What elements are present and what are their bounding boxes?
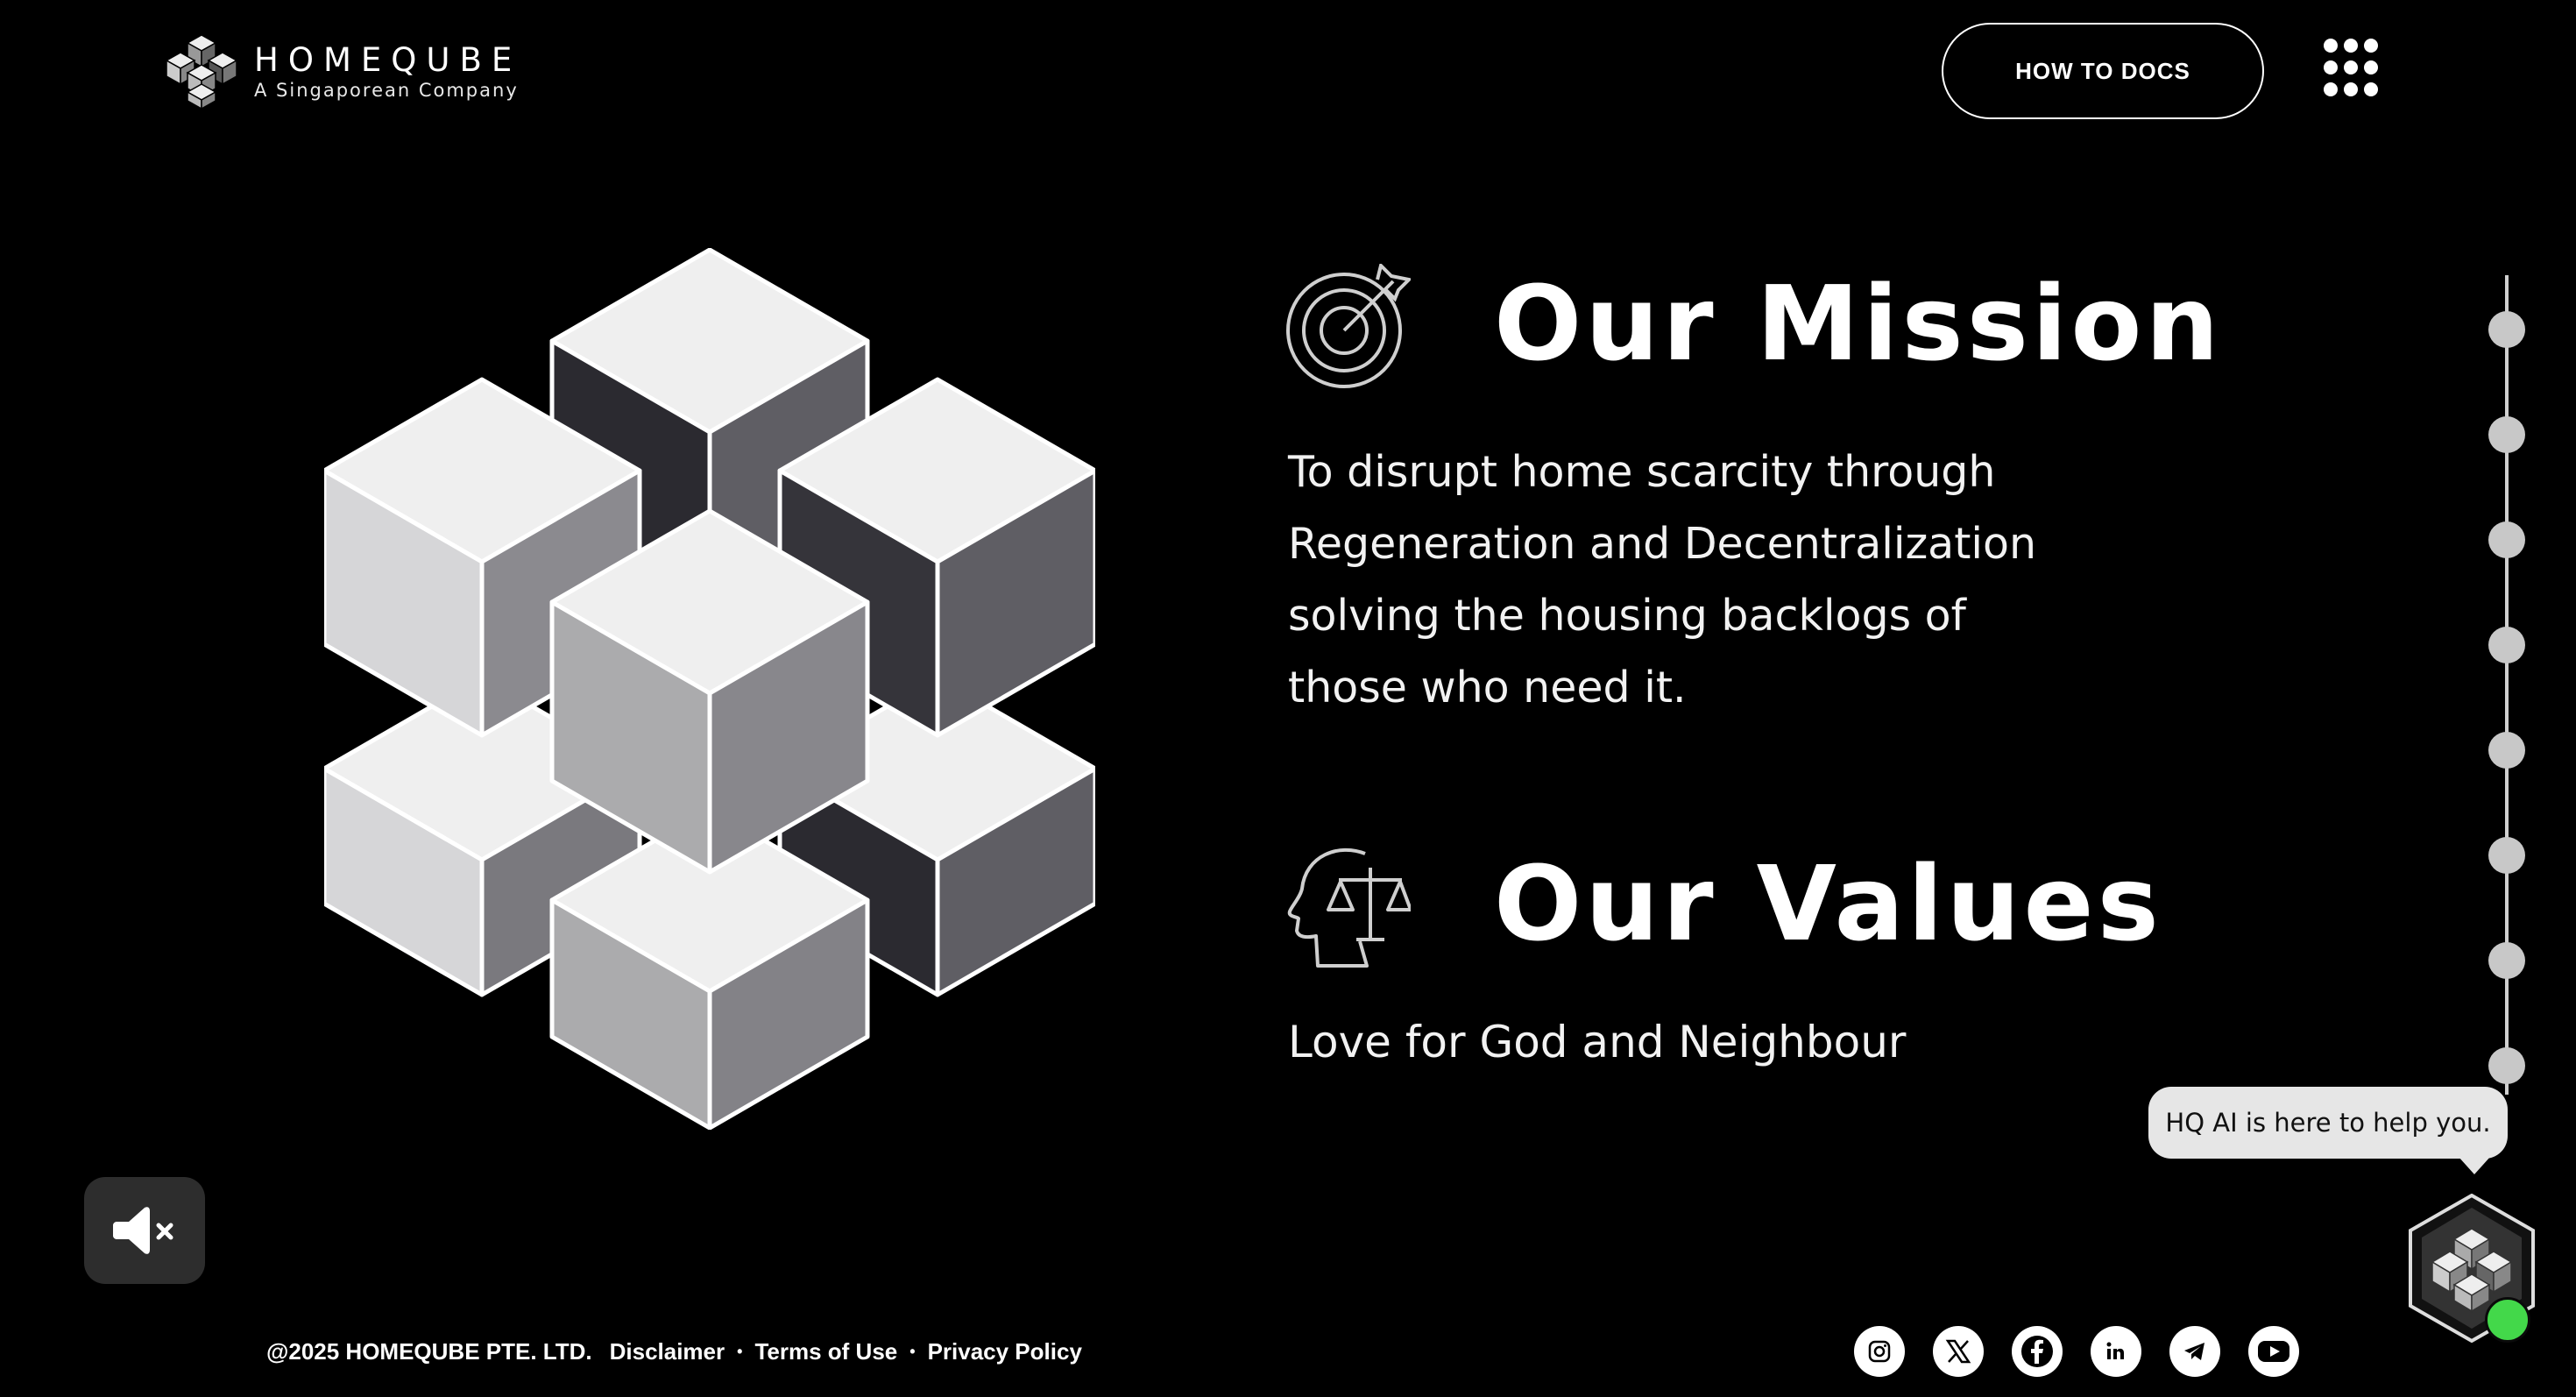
- chat-bubble-tail: [2459, 1157, 2490, 1174]
- copyright-text: @2025 HOMEQUBE PTE. LTD.: [266, 1338, 592, 1365]
- youtube-icon[interactable]: [2248, 1326, 2299, 1377]
- footer-separator: •: [909, 1343, 916, 1360]
- grid-menu-icon[interactable]: [2322, 37, 2380, 98]
- timeline-dot[interactable]: [2488, 627, 2525, 663]
- values-title: Our Values: [1494, 843, 2162, 964]
- values-text: Love for God and Neighbour: [1288, 1017, 1907, 1067]
- social-links: [1854, 1326, 2299, 1377]
- telegram-icon[interactable]: [2169, 1326, 2220, 1377]
- mute-toggle-button[interactable]: [84, 1177, 205, 1284]
- timeline-dot[interactable]: [2488, 837, 2525, 874]
- mission-title: Our Mission: [1494, 263, 2223, 384]
- homeqube-logo-icon: [166, 34, 237, 109]
- x-icon[interactable]: [1933, 1326, 1984, 1377]
- linkedin-icon[interactable]: [2091, 1326, 2141, 1377]
- instagram-icon[interactable]: [1854, 1326, 1905, 1377]
- timeline-dot[interactable]: [2488, 1047, 2525, 1084]
- head-scales-icon: [1287, 847, 1411, 968]
- isometric-cubes-illustration: [324, 248, 1095, 1130]
- terms-of-use-link[interactable]: Terms of Use: [754, 1338, 897, 1365]
- facebook-icon[interactable]: [2012, 1326, 2063, 1377]
- footer-links: @2025 HOMEQUBE PTE. LTD. Disclaimer • Te…: [266, 1338, 1082, 1365]
- timeline-dot[interactable]: [2488, 416, 2525, 453]
- privacy-policy-link[interactable]: Privacy Policy: [928, 1338, 1082, 1365]
- online-status-indicator: [2485, 1297, 2530, 1343]
- mission-text: To disrupt home scarcity through Regener…: [1288, 447, 2037, 713]
- timeline-dot[interactable]: [2488, 732, 2525, 769]
- brand-tagline: A Singaporean Company: [254, 80, 519, 101]
- brand-name: HOMEQUBE: [254, 41, 522, 79]
- speaker-muted-icon: [113, 1207, 173, 1254]
- disclaimer-link[interactable]: Disclaimer: [610, 1338, 725, 1365]
- logo[interactable]: HOMEQUBE A Singaporean Company: [166, 33, 521, 109]
- target-icon: [1286, 264, 1411, 388]
- timeline-dot[interactable]: [2488, 311, 2525, 348]
- how-to-docs-button[interactable]: HOW TO DOCS: [1942, 23, 2264, 119]
- timeline-dot[interactable]: [2488, 521, 2525, 558]
- chat-prompt-bubble[interactable]: HQ AI is here to help you.: [2148, 1087, 2508, 1159]
- section-timeline: [2488, 275, 2525, 1095]
- timeline-dot[interactable]: [2488, 942, 2525, 979]
- footer-separator: •: [737, 1343, 743, 1360]
